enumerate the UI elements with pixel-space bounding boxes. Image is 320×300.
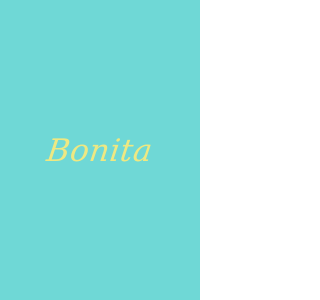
notebook-cover: Bonita bbox=[0, 0, 200, 300]
cover-title: Bonita bbox=[44, 133, 156, 169]
cover-title-wrapper: Bonita bbox=[0, 133, 200, 169]
